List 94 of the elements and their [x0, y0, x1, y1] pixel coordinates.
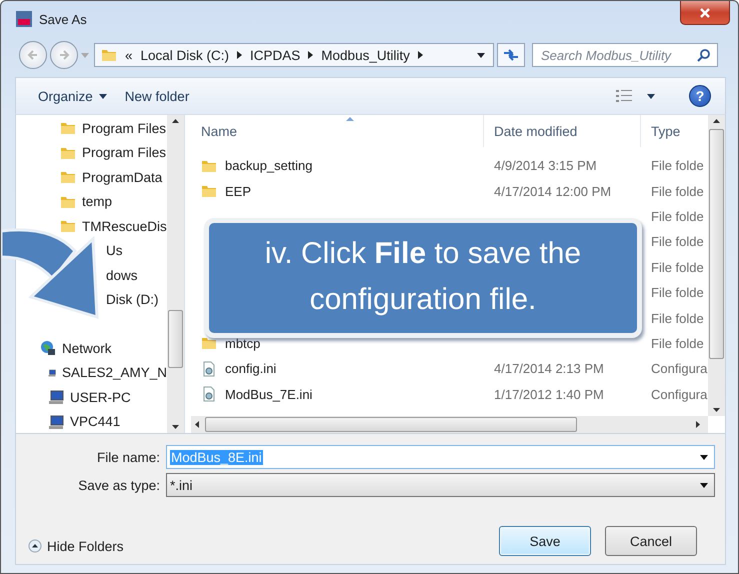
save-button[interactable]: Save: [499, 526, 591, 556]
folder-icon: [201, 183, 217, 200]
dropdown-caret-icon: [700, 454, 708, 460]
organize-menu[interactable]: Organize: [36, 86, 109, 106]
file-type: File folde: [651, 184, 704, 199]
file-type: File folde: [651, 158, 704, 174]
horizontal-scrollbar[interactable]: [191, 416, 708, 433]
file-name[interactable]: config.ini: [225, 361, 276, 376]
folder-item[interactable]: ProgramData: [82, 170, 162, 185]
view-options-icon[interactable]: [615, 88, 633, 104]
folder-item[interactable]: temp: [82, 194, 112, 210]
scroll-thumb[interactable]: [168, 310, 183, 368]
chevron-icon[interactable]: [237, 51, 242, 59]
file-type: File folde: [651, 208, 704, 224]
file-type: Configura: [651, 386, 708, 402]
caret-icon: [98, 94, 107, 98]
date-modified: 1/17/2012 1:40 PM: [494, 386, 604, 402]
file-type: File folde: [651, 260, 704, 275]
scroll-right-icon[interactable]: [696, 421, 700, 428]
search-field[interactable]: Search Modbus_Utility: [532, 43, 718, 67]
field-label: Save as type:: [77, 478, 161, 492]
caret-icon[interactable]: [647, 94, 655, 98]
date-modified: 4/17/2014 12:00 PM: [494, 184, 612, 199]
scroll-down-icon[interactable]: [172, 425, 179, 429]
computer-icon: [48, 389, 64, 406]
globe-icon: [40, 340, 56, 356]
address-bar[interactable]: « Local Disk (C:) ICPDAS Modbus_Utility: [94, 43, 494, 67]
column-header[interactable]: Type: [641, 115, 708, 147]
sort-arrow-icon: [346, 117, 354, 121]
scrollbar[interactable]: [708, 115, 725, 416]
hide-folders-button[interactable]: Hide Folders: [28, 538, 124, 554]
scroll-up-icon[interactable]: [713, 119, 720, 123]
file-name[interactable]: backup_setting: [225, 158, 312, 174]
app-icon: [15, 10, 33, 28]
refresh-button[interactable]: [497, 43, 525, 67]
right-arrow-icon: [57, 48, 71, 62]
left-arrow-icon: [26, 48, 40, 62]
window-title: Save As: [39, 12, 87, 26]
file-type: Configura: [651, 361, 708, 376]
toolbar-button[interactable]: New folder: [122, 86, 192, 106]
folder-item[interactable]: TMRescueDis: [82, 218, 167, 234]
folder-icon: [60, 120, 76, 136]
refresh-icon: [503, 48, 519, 62]
scrollbar[interactable]: [167, 115, 184, 433]
folder-item[interactable]: Us: [106, 243, 122, 258]
computer-item[interactable]: USER-PC: [70, 390, 131, 405]
search-icon: [697, 48, 711, 62]
file-type: File folde: [651, 336, 704, 351]
folder-icon: [60, 218, 76, 234]
computer-icon: [48, 414, 64, 430]
chevron-icon[interactable]: [308, 51, 314, 59]
close-button[interactable]: [680, 1, 730, 25]
file-type-dropdown[interactable]: *.ini: [166, 473, 715, 497]
back-button[interactable]: [19, 41, 47, 69]
scroll-down-icon[interactable]: [713, 408, 720, 412]
folder-item[interactable]: Program Files: [82, 145, 166, 160]
collapse-icon: [28, 539, 42, 553]
breadcrumb-item[interactable]: ICPDAS: [250, 48, 300, 62]
scroll-left-icon[interactable]: [195, 421, 199, 428]
folder-icon: [201, 335, 217, 352]
folder-item[interactable]: dows: [106, 268, 138, 283]
scroll-thumb[interactable]: [709, 128, 724, 358]
scroll-thumb[interactable]: [205, 417, 577, 432]
scroll-up-icon[interactable]: [172, 119, 179, 123]
computer-item[interactable]: SALES2_AMY_N: [62, 365, 167, 380]
file-type: File folde: [651, 310, 704, 326]
file-type: File folde: [651, 234, 704, 250]
breadcrumb-item[interactable]: Modbus_Utility: [321, 48, 410, 62]
folder-icon: [60, 169, 76, 186]
cancel-button[interactable]: Cancel: [605, 526, 697, 556]
field-label: File name:: [96, 450, 161, 464]
callout-box: iv. Click File to save the configuration file.: [204, 218, 642, 338]
file-name[interactable]: EEP: [225, 184, 252, 199]
dropdown-caret-icon: [700, 482, 708, 488]
network-item[interactable]: Network: [62, 340, 112, 356]
file-name[interactable]: ModBus_7E.ini: [225, 386, 312, 402]
folder-item[interactable]: Disk (D:): [106, 292, 158, 308]
settings-file-icon: [201, 386, 217, 402]
forward-button[interactable]: [50, 41, 78, 69]
date-modified: 4/17/2014 2:13 PM: [494, 361, 604, 376]
breadcrumb-item[interactable]: Local Disk (C:): [140, 48, 230, 62]
column-header[interactable]: Date modified: [484, 115, 641, 147]
file-name[interactable]: mbtcp: [225, 336, 260, 351]
computer-item[interactable]: VPC441: [70, 414, 120, 430]
help-button[interactable]: ?: [689, 85, 711, 107]
file-type: File folde: [651, 285, 704, 300]
overflow-chevron[interactable]: «: [125, 48, 133, 62]
date-modified: 4/9/2014 3:15 PM: [494, 158, 597, 174]
folder-item[interactable]: Program Files: [82, 120, 166, 136]
close-icon: [699, 6, 711, 18]
settings-file-icon: [201, 360, 217, 377]
chevron-icon[interactable]: [418, 51, 423, 59]
dropdown-caret-icon[interactable]: [477, 52, 485, 58]
folder-icon: [101, 47, 117, 63]
